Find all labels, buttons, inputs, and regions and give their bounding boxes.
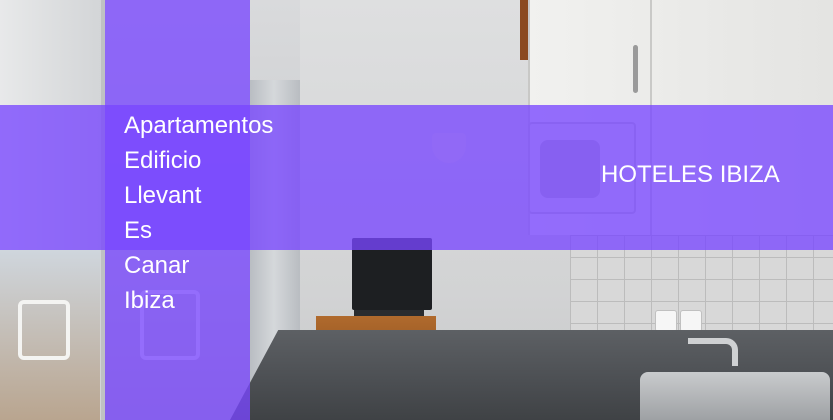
hotel-title-line: Ibiza	[124, 287, 175, 314]
hotel-title-line: Apartamentos	[124, 112, 274, 139]
hotel-title-line: Llevant	[124, 182, 202, 209]
hotel-banner: Apartamentos Edificio Llevant Es Canar I…	[0, 0, 833, 420]
power-socket	[680, 310, 702, 332]
kitchen-sink	[640, 372, 830, 420]
power-socket	[655, 310, 677, 332]
hotel-title-line: Edificio	[124, 147, 202, 174]
balcony-chair	[18, 300, 70, 360]
hotel-title-line: Canar	[124, 252, 190, 279]
hotel-title-line: Es	[124, 217, 153, 244]
hotel-title: Apartamentos Edificio Llevant Es Canar I…	[124, 108, 273, 318]
brand-label: HOTELES IBIZA	[601, 161, 780, 188]
faucet	[688, 338, 738, 366]
cabinet-handle	[633, 45, 638, 93]
